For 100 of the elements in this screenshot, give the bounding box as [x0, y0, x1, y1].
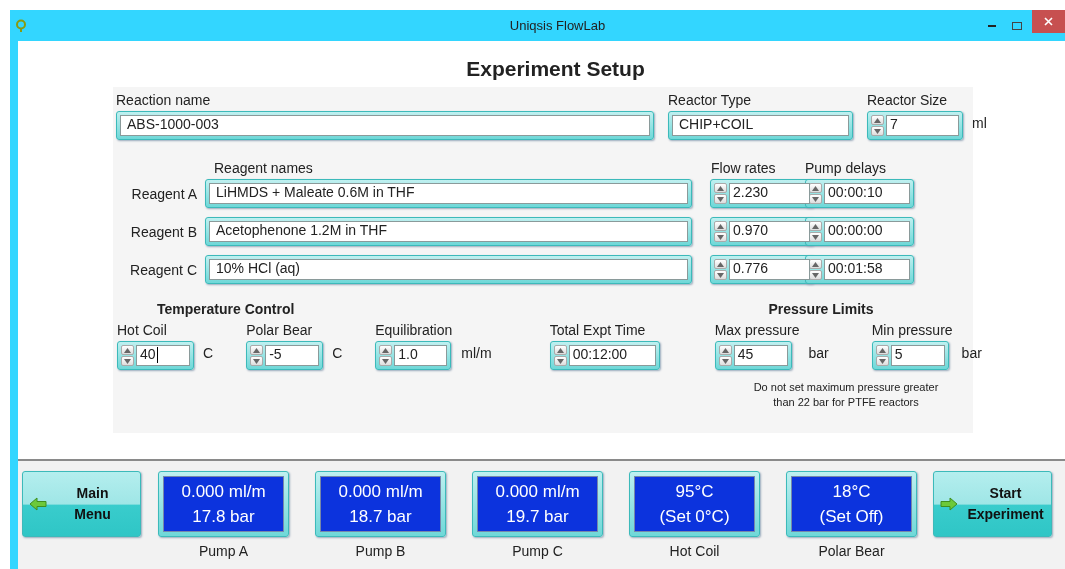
- up-triangle-icon: [812, 261, 819, 267]
- close-icon[interactable]: [1044, 17, 1053, 26]
- up-triangle-icon: [717, 185, 724, 191]
- readout-caption: Pump A: [199, 543, 248, 559]
- spin-down-button[interactable]: [875, 356, 889, 366]
- readout-caption: Polar Bear: [818, 543, 885, 559]
- number-field[interactable]: 45: [733, 345, 788, 366]
- spin-down-button[interactable]: [714, 232, 727, 242]
- spin-up-button[interactable]: [121, 345, 134, 355]
- spin-up-button[interactable]: [250, 345, 264, 355]
- reading-text: (Set Off): [819, 506, 884, 527]
- column-header: Pump delays: [805, 160, 887, 176]
- up-triangle-icon: [874, 117, 881, 123]
- down-triangle-icon: [253, 358, 261, 364]
- section-title: Temperature Control: [157, 301, 295, 317]
- spin-up-button[interactable]: [714, 183, 727, 193]
- spin-down-button[interactable]: [553, 356, 567, 366]
- field-label: Polar Bear: [246, 322, 314, 338]
- number-field[interactable]: 2.230: [729, 183, 810, 204]
- row-label: Reagent B: [129, 223, 198, 240]
- field-label: Hot Coil: [117, 322, 168, 338]
- down-triangle-icon: [124, 358, 131, 364]
- window-title: Uniqsis FlowLab: [508, 18, 607, 33]
- spin-down-button[interactable]: [250, 356, 264, 366]
- close-button[interactable]: [1032, 10, 1065, 33]
- readout-caption: Hot Coil: [669, 543, 720, 559]
- section-title: Pressure Limits: [768, 301, 874, 317]
- spin-down-button[interactable]: [379, 356, 393, 366]
- reading-text: 18°C: [832, 481, 871, 502]
- up-triangle-icon: [721, 347, 729, 353]
- spin-down-button[interactable]: [809, 270, 822, 280]
- number-field[interactable]: 00:00:10: [824, 183, 910, 204]
- reading-text: (Set 0°C): [659, 506, 730, 527]
- reading-text: 0.000 ml/m: [495, 481, 580, 502]
- text-field[interactable]: ABS-1000-003: [120, 115, 650, 136]
- unit-label: bar: [808, 345, 829, 361]
- down-triangle-icon: [717, 196, 724, 202]
- down-triangle-icon: [812, 234, 819, 240]
- spin-up-button[interactable]: [871, 115, 884, 125]
- column-header: Flow rates: [711, 160, 777, 176]
- number-field[interactable]: 00:12:00: [568, 345, 656, 366]
- number-field[interactable]: 00:00:00: [824, 221, 910, 242]
- down-triangle-icon: [717, 272, 724, 278]
- start-experiment-button[interactable]: Start Experiment: [933, 471, 1052, 537]
- spin-up-button[interactable]: [875, 345, 889, 355]
- spin-down-button[interactable]: [714, 194, 727, 204]
- spin-up-button[interactable]: [809, 183, 822, 193]
- minimize-icon[interactable]: [988, 24, 996, 27]
- spin-down-button[interactable]: [809, 232, 822, 242]
- up-triangle-icon: [717, 261, 724, 267]
- main-menu-button[interactable]: Main Menu: [22, 471, 141, 537]
- spin-down-button[interactable]: [718, 356, 732, 366]
- text-field[interactable]: Acetophenone 1.2M in THF: [209, 221, 688, 242]
- up-triangle-icon: [556, 347, 564, 353]
- spin-down-button[interactable]: [714, 270, 727, 280]
- down-triangle-icon: [878, 358, 886, 364]
- unit-label: ml: [972, 115, 987, 131]
- row-label: Reagent A: [130, 185, 198, 202]
- spin-up-button[interactable]: [714, 221, 727, 231]
- field-label: Reactor Type: [668, 92, 752, 108]
- text-cursor: [156, 347, 158, 364]
- spin-up-button[interactable]: [809, 221, 822, 231]
- left-arrow-icon: [29, 497, 47, 511]
- number-field[interactable]: 40: [136, 345, 190, 366]
- spin-up-button[interactable]: [809, 259, 822, 269]
- number-field[interactable]: 5: [890, 345, 945, 366]
- spin-up-button[interactable]: [714, 259, 727, 269]
- reading-text: 18.7 bar: [349, 506, 412, 527]
- number-field[interactable]: 0.776: [729, 259, 810, 280]
- reading-text: 19.7 bar: [506, 506, 569, 527]
- spin-down-button[interactable]: [121, 356, 134, 366]
- right-arrow-icon: [940, 497, 958, 511]
- maximize-icon[interactable]: [1012, 21, 1022, 30]
- spin-up-button[interactable]: [379, 345, 393, 355]
- unit-label: C: [332, 345, 343, 361]
- warning-note: Do not set maximum pressure greater than 22 bar for PTFE reactors: [752, 380, 940, 410]
- number-field[interactable]: 00:01:58: [824, 259, 910, 280]
- number-field[interactable]: 7: [886, 115, 959, 136]
- spin-down-button[interactable]: [809, 194, 822, 204]
- up-triangle-icon: [124, 347, 131, 353]
- reading-text: 17.8 bar: [192, 506, 255, 527]
- unit-label: C: [203, 345, 214, 361]
- row-label: Reagent C: [129, 261, 198, 278]
- number-field[interactable]: 1.0: [394, 345, 448, 366]
- spin-up-button[interactable]: [718, 345, 732, 355]
- spin-down-button[interactable]: [871, 126, 884, 136]
- text-field[interactable]: LiHMDS + Maleate 0.6M in THF: [209, 183, 688, 204]
- up-triangle-icon: [717, 223, 724, 229]
- number-field[interactable]: 0.970: [729, 221, 810, 242]
- readout-caption: Pump B: [355, 543, 406, 559]
- number-field[interactable]: -5: [265, 345, 320, 366]
- down-triangle-icon: [717, 234, 724, 240]
- down-triangle-icon: [812, 272, 819, 278]
- field-label: Reactor Size: [867, 92, 949, 108]
- text-field[interactable]: CHIP+COIL: [672, 115, 849, 136]
- text-field[interactable]: 10% HCl (aq): [209, 259, 688, 280]
- reading-text: 0.000 ml/m: [181, 481, 266, 502]
- up-triangle-icon: [812, 223, 819, 229]
- down-triangle-icon: [721, 358, 729, 364]
- spin-up-button[interactable]: [553, 345, 567, 355]
